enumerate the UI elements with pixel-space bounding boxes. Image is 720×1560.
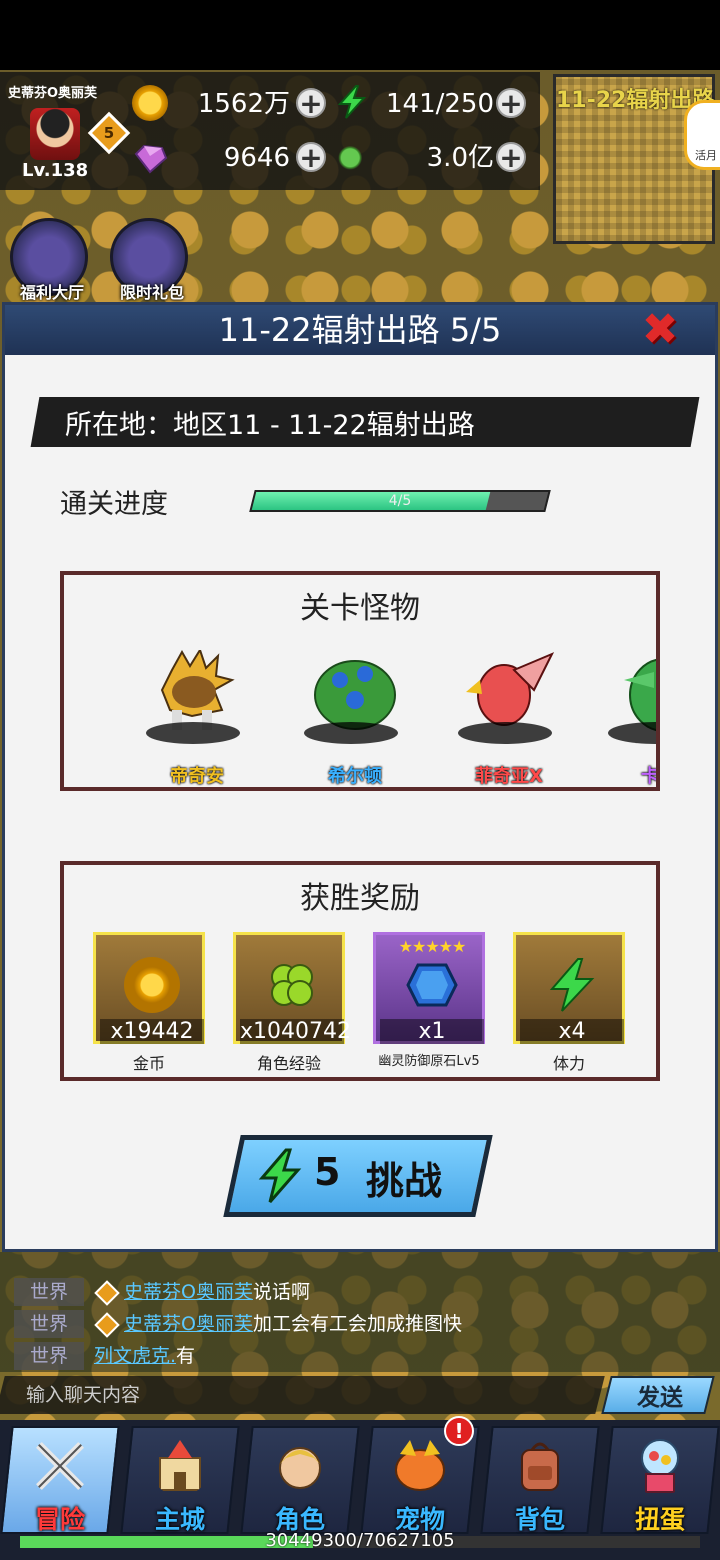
chat-message: 世界 史蒂芬O奥丽芙说话啊 <box>14 1278 310 1306</box>
lightning-icon <box>549 958 595 1012</box>
add-stamina-button[interactable]: + <box>496 88 526 118</box>
rewards-title: 获胜奖励 <box>300 881 420 916</box>
monster-name: 卡克 <box>641 766 656 787</box>
player-avatar[interactable] <box>30 108 80 160</box>
chat-username[interactable]: 史蒂芬O奥丽芙 <box>124 1281 253 1303</box>
challenge-label: 挑战 <box>366 1159 443 1203</box>
reward-card: x19442 <box>93 932 205 1044</box>
clover-icon <box>271 964 313 1006</box>
welfare-hall-button[interactable]: 福利大厅 <box>10 218 88 302</box>
reward-qty: x4 <box>520 1019 624 1044</box>
chat-message: 世界 史蒂芬O奥丽芙加工会有工会加成推图快 <box>14 1310 462 1338</box>
backpack-icon <box>521 1442 559 1491</box>
progress-label: 通关进度 <box>60 489 168 520</box>
add-gems-button[interactable]: + <box>296 142 326 172</box>
candy-amount: 3.0亿 <box>426 143 494 173</box>
vip-level: 5 <box>103 124 115 142</box>
chat-text: 有 <box>176 1345 196 1367</box>
reward-card: x4 <box>513 932 625 1044</box>
gem-amount: 9646 <box>223 143 290 173</box>
reward-qty: x1040742 <box>240 1019 351 1044</box>
welfare-hall-label: 福利大厅 <box>19 283 84 302</box>
dialog-title: 11-22辐射出路 5/5 <box>5 305 715 355</box>
star-rating: ★★★★★ <box>398 937 467 956</box>
stamina-bolt-icon <box>337 85 367 119</box>
chat-channel: 世界 <box>14 1278 84 1306</box>
chat-message: 世界 列文虎克.有 <box>14 1342 195 1370</box>
stamina-cost-icon <box>258 1148 302 1203</box>
monster-card[interactable]: 卡克 <box>594 630 656 790</box>
chat-text: 加工会有工会加成推图快 <box>252 1313 462 1335</box>
gacha-machine-icon <box>641 1439 679 1493</box>
chat-channel: 世界 <box>14 1342 84 1370</box>
reward-name: 角色经验 <box>256 1054 321 1073</box>
exp-text: 30449300/70627105 <box>265 1530 455 1551</box>
monster-card[interactable]: 菲奇亚X <box>444 630 564 790</box>
reward-card: ★★★★★ x1 <box>373 932 485 1044</box>
close-icon[interactable]: ✖ <box>641 308 679 352</box>
limited-gift-label: 限时礼包 <box>119 283 184 302</box>
reward-qty: x19442 <box>100 1019 204 1044</box>
reward-name: 体力 <box>552 1054 585 1073</box>
vip-badge-icon <box>94 1311 120 1338</box>
monster-shadow <box>458 722 552 744</box>
limited-gift-button[interactable]: 限时礼包 <box>110 218 188 302</box>
player-level: Lv.138 <box>22 160 89 181</box>
reward-name: 金币 <box>132 1054 165 1073</box>
add-gold-button[interactable]: + <box>296 88 326 118</box>
crossed-swords-icon <box>35 1441 85 1491</box>
gold-amount: 1562万 <box>197 89 290 119</box>
reward-name: 幽灵防御原石Lv5 <box>378 1054 480 1069</box>
clear-progress-text: 4/5 <box>388 493 412 509</box>
chat-channel: 世界 <box>14 1310 84 1338</box>
candy-icon <box>334 138 370 174</box>
monster-list: 帝奇安 希尔顿 菲奇亚X 卡克 <box>64 630 656 790</box>
chat-username[interactable]: 史蒂芬O奥丽芙 <box>124 1313 253 1335</box>
chat-input-placeholder: 输入聊天内容 <box>26 1384 141 1406</box>
gem-icon <box>134 144 168 174</box>
reward-qty: x1 <box>380 1019 484 1044</box>
add-candy-button[interactable]: + <box>496 142 526 172</box>
monster-shadow <box>304 722 398 744</box>
monster-card[interactable]: 帝奇安 <box>132 630 252 790</box>
player-name: 史蒂芬O奥丽芙 <box>8 86 98 101</box>
monster-name: 菲奇亚X <box>475 766 543 787</box>
monsters-title: 关卡怪物 <box>300 591 420 626</box>
stamina-amount: 141/250 <box>385 89 494 119</box>
monster-shadow <box>146 722 240 744</box>
pet-alert-icon: ! <box>444 1416 474 1446</box>
event-side-badge[interactable]: 活月 <box>684 100 720 170</box>
reward-card: x1040742 <box>233 932 351 1044</box>
coin-icon <box>124 957 180 1013</box>
challenge-cost: 5 <box>314 1150 341 1194</box>
blue-gem-icon <box>406 963 458 1007</box>
hero-face-icon <box>279 1447 321 1489</box>
monster-name: 希尔顿 <box>328 766 382 787</box>
monster-card[interactable]: 希尔顿 <box>290 630 410 790</box>
gold-coin-icon <box>132 85 168 121</box>
chat-username[interactable]: 列文虎克. <box>94 1345 176 1367</box>
pet-dragon-icon <box>395 1440 445 1491</box>
chat-text: 说话啊 <box>252 1281 310 1303</box>
location-text: 所在地：地区11 - 11-22辐射出路 <box>65 410 475 441</box>
send-label: 发送 <box>637 1385 683 1411</box>
vip-badge-icon <box>94 1279 120 1306</box>
event-side-label: 活月 <box>695 149 717 162</box>
monster-name: 帝奇安 <box>170 766 224 787</box>
castle-icon <box>159 1440 201 1491</box>
